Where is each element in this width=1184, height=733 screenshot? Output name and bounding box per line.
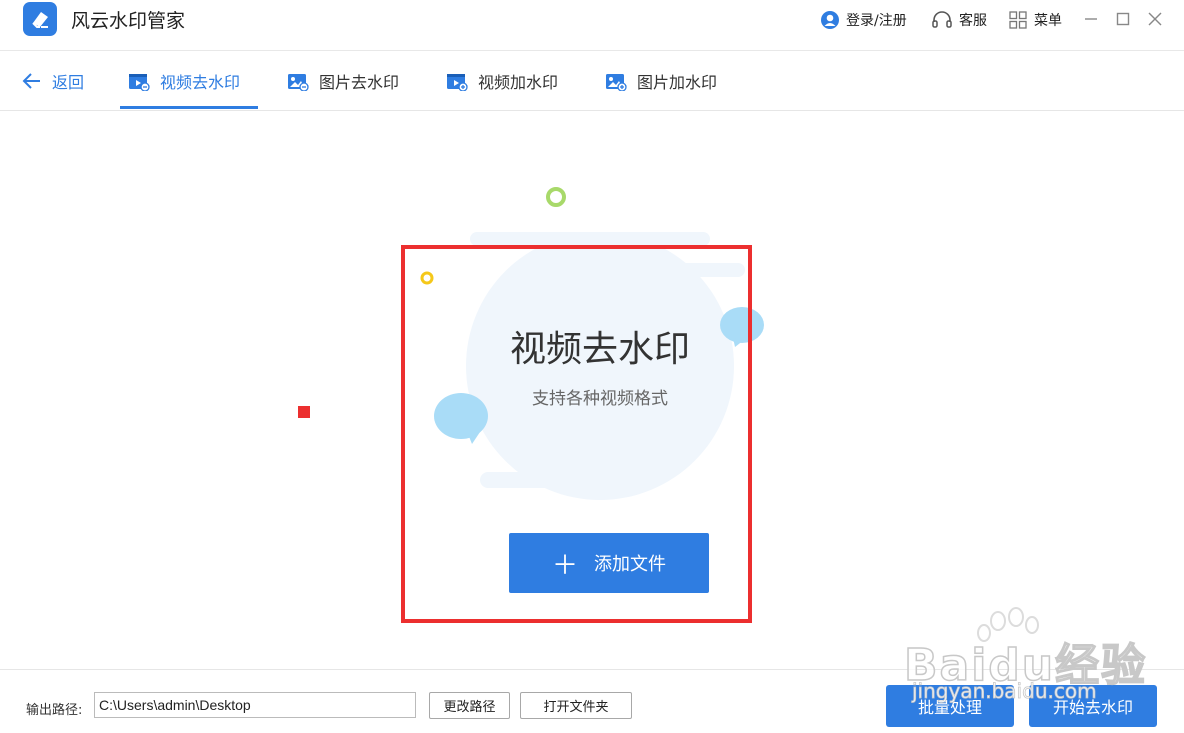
green-ring-decoration bbox=[546, 187, 566, 207]
highlight-box bbox=[401, 245, 752, 623]
watermark-url: jingyan.baidu.com bbox=[912, 679, 1097, 704]
output-path-label: 输出路径: bbox=[26, 703, 83, 718]
decoration-bar bbox=[470, 232, 710, 246]
baidu-watermark: Baidu经验 jingyan.baidu.com bbox=[900, 605, 1160, 705]
open-folder-button[interactable]: 打开文件夹 bbox=[520, 692, 632, 719]
change-path-button[interactable]: 更改路径 bbox=[429, 692, 510, 719]
output-path-field[interactable] bbox=[94, 692, 416, 718]
red-square-decoration bbox=[298, 406, 310, 418]
